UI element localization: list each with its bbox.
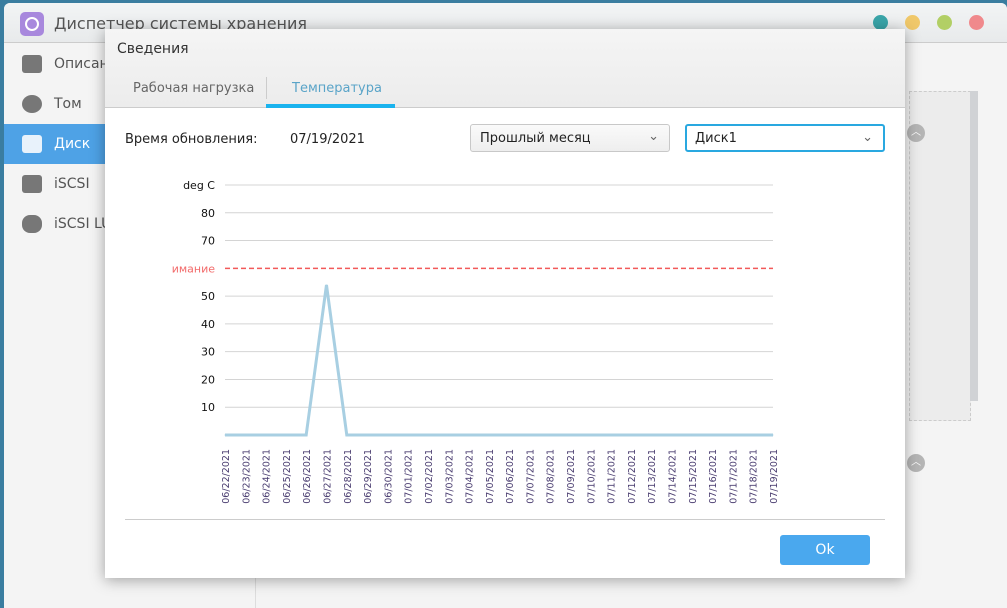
restore-button[interactable] xyxy=(937,15,952,30)
x-tick-label: 07/04/2021 xyxy=(465,449,476,504)
data-point xyxy=(468,434,470,436)
sidebar-item-label: Том xyxy=(54,96,82,112)
data-point xyxy=(671,434,673,436)
y-tick-label: 40 xyxy=(201,318,215,331)
data-point xyxy=(610,434,612,436)
data-point xyxy=(549,434,551,436)
scrollbar[interactable] xyxy=(970,91,978,401)
x-tick-label: 07/10/2021 xyxy=(586,449,597,504)
x-tick-label: 06/30/2021 xyxy=(383,449,394,504)
volume-icon xyxy=(22,95,42,113)
data-point xyxy=(528,434,530,436)
x-tick-label: 07/18/2021 xyxy=(749,449,760,504)
data-point xyxy=(447,434,449,436)
data-point xyxy=(711,434,713,436)
data-point xyxy=(650,434,652,436)
temperature-series-line xyxy=(225,284,773,437)
y-tick-label: 30 xyxy=(201,346,215,359)
x-tick-label: 07/19/2021 xyxy=(769,449,780,504)
data-point xyxy=(630,434,632,436)
data-point xyxy=(325,284,327,286)
threshold-label: Внимание xyxy=(157,262,215,275)
data-point xyxy=(731,434,733,436)
ok-button[interactable]: Ok xyxy=(780,535,870,565)
x-tick-label: 07/03/2021 xyxy=(444,449,455,504)
data-point xyxy=(407,434,409,436)
data-point xyxy=(589,434,591,436)
x-tick-label: 07/08/2021 xyxy=(546,449,557,504)
minimize-button[interactable] xyxy=(873,15,888,30)
y-tick-label: 20 xyxy=(201,373,215,386)
data-point xyxy=(265,434,267,436)
collapse-up-icon[interactable]: ︿ xyxy=(907,124,925,142)
details-dialog: Сведения Рабочая нагрузка Температура Вр… xyxy=(105,29,905,578)
x-tick-label: 06/23/2021 xyxy=(241,449,252,504)
x-tick-label: 06/22/2021 xyxy=(221,449,232,504)
x-tick-label: 07/12/2021 xyxy=(627,449,638,504)
temperature-chart: 10 20 30 40 50 70 80 deg C Внимание 06/22/2021… xyxy=(157,179,780,504)
data-point xyxy=(508,434,510,436)
x-tick-label: 07/07/2021 xyxy=(525,449,536,504)
x-tick-label: 06/26/2021 xyxy=(302,449,313,504)
data-point xyxy=(285,434,287,436)
x-tick-label: 07/09/2021 xyxy=(566,449,577,504)
x-tick-label: 07/15/2021 xyxy=(688,449,699,504)
x-tick-label: 07/02/2021 xyxy=(424,449,435,504)
x-tick-label: 06/29/2021 xyxy=(363,449,374,504)
list-icon xyxy=(22,55,42,73)
x-tick-label: 06/24/2021 xyxy=(262,449,273,504)
sidebar-item-label: Диск xyxy=(54,136,91,152)
data-point xyxy=(244,434,246,436)
data-point xyxy=(427,434,429,436)
x-tick-label: 06/27/2021 xyxy=(322,449,333,504)
data-point xyxy=(488,434,490,436)
y-tick-label: 70 xyxy=(201,235,215,248)
disk-icon xyxy=(22,135,42,153)
data-point xyxy=(386,434,388,436)
x-tick-label: 07/16/2021 xyxy=(708,449,719,504)
y-tick-label: 50 xyxy=(201,290,215,303)
maximize-button[interactable] xyxy=(905,15,920,30)
data-point xyxy=(752,434,754,436)
data-point xyxy=(366,434,368,436)
y-tick-label: 10 xyxy=(201,401,215,414)
x-tick-label: 07/06/2021 xyxy=(505,449,516,504)
data-point xyxy=(346,434,348,436)
divider xyxy=(125,519,885,520)
x-tick-label: 07/13/2021 xyxy=(647,449,658,504)
x-tick-label: 07/05/2021 xyxy=(485,449,496,504)
database-icon xyxy=(22,215,42,233)
close-button[interactable] xyxy=(969,15,984,30)
iscsi-icon xyxy=(22,175,42,193)
x-tick-label: 07/01/2021 xyxy=(404,449,415,504)
x-tick-label: 07/17/2021 xyxy=(728,449,739,504)
x-tick-label: 07/14/2021 xyxy=(668,449,679,504)
data-point xyxy=(305,434,307,436)
x-tick-label: 06/28/2021 xyxy=(343,449,354,504)
collapse-up-icon[interactable]: ︿ xyxy=(907,454,925,472)
y-tick-label: 80 xyxy=(201,207,215,220)
data-point xyxy=(772,434,774,436)
data-point xyxy=(224,434,226,436)
app-icon xyxy=(20,12,44,36)
data-point xyxy=(691,434,693,436)
x-tick-label: 06/25/2021 xyxy=(282,449,293,504)
y-axis-label: deg C xyxy=(183,179,215,192)
data-point xyxy=(569,434,571,436)
x-tick-label: 07/11/2021 xyxy=(607,449,618,504)
sidebar-item-label: iSCSI xyxy=(54,176,90,192)
